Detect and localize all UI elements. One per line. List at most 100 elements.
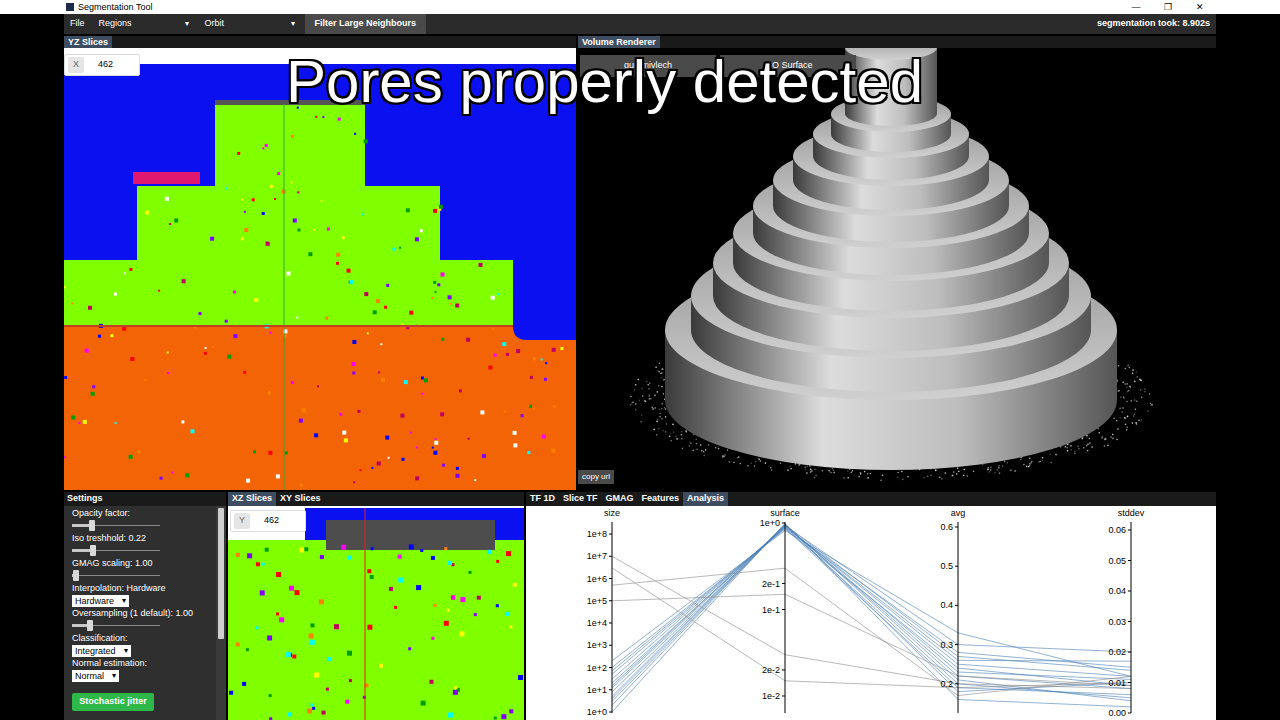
render-mode-buttons: gummivlech ISO Surface xyxy=(580,55,856,77)
tab[interactable]: GMAG xyxy=(602,492,638,506)
data-line xyxy=(612,525,1131,701)
slider-track[interactable] xyxy=(72,519,160,532)
tick-label: 2e-2 xyxy=(762,665,780,675)
settings-content: Opacity factor:Iso treshhold: 0.22GMAG s… xyxy=(64,506,216,720)
coordinate-input[interactable]: Y 462 xyxy=(230,510,306,532)
dropdown-arrow-icon: ▾ xyxy=(185,18,189,30)
button-label: copy url xyxy=(582,471,610,483)
tick-label: 0.05 xyxy=(1108,556,1126,566)
top-row: YZ Slices X462 Volume Renderer gummivlech I… xyxy=(64,36,1216,490)
dropdown-arrow-icon: ▾ xyxy=(291,18,295,30)
setting-label: Opacity factor: xyxy=(72,507,216,519)
slider-track[interactable] xyxy=(72,619,160,632)
setting-label: Classification: xyxy=(72,632,216,644)
panel-header: Settings xyxy=(64,492,216,506)
tab[interactable]: Slice TF xyxy=(559,492,602,506)
dropdown[interactable]: Normal▾ xyxy=(72,670,119,682)
tick-label: 0.03 xyxy=(1108,617,1126,627)
dropdown-value: Hardware xyxy=(75,595,114,607)
setting-select: Normal estimation:Normal▾ xyxy=(72,657,216,682)
window-control-icon[interactable]: ✕ xyxy=(1184,0,1216,14)
window-control-icon[interactable]: — xyxy=(1120,0,1152,14)
button-label: gummivlech xyxy=(624,59,672,73)
data-line xyxy=(612,525,1131,702)
yz-slice-image[interactable] xyxy=(64,64,576,490)
tab-label: Analysis xyxy=(687,492,724,506)
window-control-icon[interactable]: ❐ xyxy=(1152,0,1184,14)
slider-thumb[interactable] xyxy=(73,570,79,581)
tick-label: 2e-1 xyxy=(762,579,780,589)
parallel-coordinates-chart[interactable]: size1e+81e+71e+61e+51e+41e+31e+21e+11e+0… xyxy=(526,506,1216,720)
menu-label: Regions xyxy=(99,17,132,31)
data-line xyxy=(612,568,1131,688)
panel-title: Volume Renderer xyxy=(578,36,660,48)
menu-label: Filter Large Neighbours xyxy=(315,17,417,31)
axis-title: avg xyxy=(951,508,966,518)
scrollbar[interactable] xyxy=(216,492,226,720)
menu-dropdown[interactable]: Orbit ▾ xyxy=(197,14,303,34)
tab-label: XZ Slices xyxy=(232,492,272,506)
slider-thumb[interactable] xyxy=(90,545,96,556)
setting-slider: Oversampling (1 default): 1.00 xyxy=(72,607,216,632)
tab[interactable]: XZ Slices xyxy=(228,492,276,506)
dropdown[interactable]: Hardware ▾ xyxy=(72,595,129,607)
scrollbar-track[interactable] xyxy=(216,506,226,720)
xz-slice-image[interactable] xyxy=(228,506,524,720)
tab[interactable]: Analysis xyxy=(683,492,728,506)
analysis-panel: TF 1DSlice TFGMAGFeaturesAnalysis size 1e+… xyxy=(526,492,1216,720)
dropdown-value: Normal xyxy=(75,670,104,682)
menu-item[interactable]: File xyxy=(64,14,91,34)
menu-label: Orbit xyxy=(205,17,225,31)
stochastic-jitter-button[interactable]: Stochastic jitter xyxy=(72,693,154,711)
status-text: segmentation took: 8.902s xyxy=(1097,17,1216,31)
axis-line[interactable] xyxy=(785,522,786,713)
tick-label: 1e+8 xyxy=(587,529,607,539)
tick-label: 0.06 xyxy=(1108,525,1126,535)
axis-line[interactable] xyxy=(958,522,959,713)
data-line xyxy=(612,523,1131,712)
scrollbar-thumb[interactable] xyxy=(218,508,224,639)
tick-label: 1e+3 xyxy=(587,640,607,650)
slider-track[interactable] xyxy=(72,569,160,582)
scrollbar-cap xyxy=(216,492,226,506)
tick-label: 1e+2 xyxy=(587,663,607,673)
chart-area: size1e+81e+71e+61e+51e+41e+31e+21e+11e+0… xyxy=(526,506,1216,720)
render-mode-button[interactable]: gummivlech xyxy=(580,55,716,77)
tab[interactable]: XY Slices xyxy=(276,492,324,506)
menu-dropdown[interactable]: Regions ▾ xyxy=(91,14,197,34)
axis-label: Y xyxy=(234,513,250,529)
axis-label: X xyxy=(68,57,84,73)
video-caption: Pores properly detected xyxy=(286,52,923,112)
settings-panel: SettingsOpacity factor:Iso treshhold: 0.… xyxy=(64,492,216,720)
tick-label: 1e+4 xyxy=(587,618,607,628)
tick-label: 1e+7 xyxy=(587,551,607,561)
dropdown-arrow-icon: ▾ xyxy=(122,595,126,607)
setting-slider: GMAG scaling: 1.00 xyxy=(72,557,216,582)
panel-header: YZ Slices xyxy=(64,36,576,48)
data-line xyxy=(612,568,1131,695)
setting-label: GMAG scaling: 1.00 xyxy=(72,557,216,569)
axis-line[interactable] xyxy=(612,522,613,713)
dropdown[interactable]: Integrated▾ xyxy=(72,645,131,657)
bottom-row: SettingsOpacity factor:Iso treshhold: 0.… xyxy=(64,492,1216,720)
coordinate-value: 462 xyxy=(264,514,279,528)
slider-thumb[interactable] xyxy=(89,520,95,531)
render-mode-button[interactable]: ISO Surface xyxy=(720,55,856,77)
dropdown-value: Integrated xyxy=(75,645,116,657)
title-bar: Segmentation Tool—❐✕ xyxy=(0,0,1280,14)
tick-label: 1e+0 xyxy=(760,518,780,528)
axis-title: size xyxy=(604,508,620,518)
copy-url-button[interactable]: copy url xyxy=(578,470,614,484)
slider-thumb[interactable] xyxy=(87,620,93,631)
tab[interactable]: TF 1D xyxy=(526,492,559,506)
menu-button[interactable]: Filter Large Neighbours xyxy=(305,14,427,34)
data-line xyxy=(612,527,1131,680)
setting-label: Oversampling (1 default): 1.00 xyxy=(72,607,216,619)
axis-line[interactable] xyxy=(1131,522,1132,713)
volume-render[interactable] xyxy=(578,48,1216,490)
coordinate-input[interactable]: X462 xyxy=(64,54,140,76)
slider-track[interactable] xyxy=(72,544,160,557)
tab[interactable]: Features xyxy=(638,492,684,506)
slice-panel: XZ Slices XY Slices Y 462 xyxy=(228,492,524,720)
data-line xyxy=(612,528,1131,695)
